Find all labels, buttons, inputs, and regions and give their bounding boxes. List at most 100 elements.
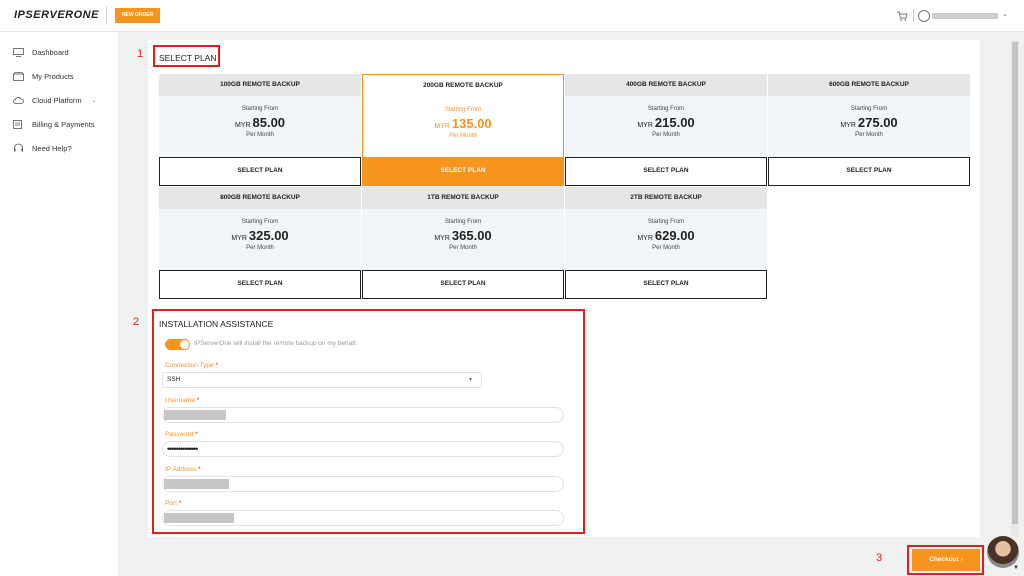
checkout-button[interactable]: Checkout › xyxy=(912,549,980,571)
connection-type-label: Connection Type xyxy=(165,362,214,369)
install-toggle-label: IPServerOne will install the remote back… xyxy=(194,340,358,347)
select-plan-title: SELECT PLAN xyxy=(159,53,217,63)
new-order-button[interactable]: NEW ORDER xyxy=(115,8,160,23)
field-label: IP Address * xyxy=(165,466,201,473)
support-avatar[interactable] xyxy=(987,536,1019,568)
cart-icon[interactable] xyxy=(896,10,908,22)
plan-name: 200GB REMOTE BACKUP xyxy=(363,75,563,97)
plan-period: Per Month xyxy=(855,132,883,138)
plan-price: MYR 215.00 xyxy=(565,115,767,130)
plan-starting-from: Starting From xyxy=(850,106,888,112)
checkout-label: Checkout xyxy=(929,556,959,563)
plan-amount: 629.00 xyxy=(654,228,695,243)
annotation-number: 1 xyxy=(137,48,144,60)
select-plan-button[interactable]: SELECT PLAN xyxy=(768,157,970,186)
plan-starting-from: Starting From xyxy=(241,106,279,112)
installation-title: INSTALLATION ASSISTANCE xyxy=(159,319,274,329)
plan-starting-from: Starting From xyxy=(647,106,685,112)
plan-period: Per Month xyxy=(449,245,477,251)
redacted-value xyxy=(164,513,234,523)
divider xyxy=(106,7,107,24)
ip-address-label: IP Address xyxy=(165,466,197,473)
plan-card[interactable]: 400GB REMOTE BACKUP Starting From MYR 215… xyxy=(565,74,767,158)
plan-name: 100GB REMOTE BACKUP xyxy=(159,74,361,96)
plan-price: MYR 365.00 xyxy=(362,228,564,243)
password-input[interactable]: •••••••••••••• xyxy=(162,441,564,457)
user-name-redacted[interactable] xyxy=(932,13,998,19)
box-icon xyxy=(12,71,24,81)
top-bar: IPSERVERONE NEW ORDER ⌄ xyxy=(0,0,1024,32)
plan-amount: 325.00 xyxy=(248,228,289,243)
plan-name: 400GB REMOTE BACKUP xyxy=(565,74,767,96)
plan-currency: MYR xyxy=(234,122,251,129)
required-mark: * xyxy=(178,500,182,507)
redacted-value xyxy=(164,410,226,420)
password-label: Password xyxy=(165,431,194,438)
sidebar-item-label: Dashboard xyxy=(32,47,69,57)
chevron-right-icon: › xyxy=(960,556,963,563)
ip-address-input[interactable] xyxy=(162,476,564,492)
select-plan-button[interactable]: SELECT PLAN xyxy=(159,157,361,186)
required-mark: * xyxy=(196,397,200,404)
plan-currency: MYR xyxy=(434,123,450,130)
billing-icon xyxy=(12,119,24,129)
chevron-down-icon[interactable]: ⌄ xyxy=(92,97,97,104)
chevron-down-icon: ▼ xyxy=(468,377,473,383)
sidebar-item-label: My Products xyxy=(32,71,74,81)
select-plan-button[interactable]: SELECT PLAN xyxy=(362,270,564,299)
install-toggle[interactable] xyxy=(165,339,190,350)
chevron-down-icon: ▼ xyxy=(1013,565,1019,571)
plan-card[interactable]: 2TB REMOTE BACKUP Starting From MYR 629.0… xyxy=(565,187,767,271)
user-icon[interactable] xyxy=(918,10,930,22)
sidebar-item-label: Cloud Platform xyxy=(32,95,82,105)
required-mark: * xyxy=(215,362,219,369)
port-input[interactable] xyxy=(162,510,564,526)
select-plan-button[interactable]: SELECT PLAN xyxy=(565,157,767,186)
connection-type-select[interactable]: SSH ▼ xyxy=(162,372,482,388)
sidebar-item-dashboard[interactable]: Dashboard xyxy=(12,44,69,60)
plan-card[interactable]: 1TB REMOTE BACKUP Starting From MYR 365.0… xyxy=(362,187,564,271)
plan-price: MYR 275.00 xyxy=(768,115,970,130)
select-plan-button-selected[interactable]: SELECT PLAN xyxy=(362,157,564,186)
plan-price: MYR 325.00 xyxy=(159,228,361,243)
plan-currency: MYR xyxy=(231,235,247,242)
sidebar: Dashboard My Products Cloud Platform ⌄ B… xyxy=(0,32,118,576)
select-plan-button[interactable]: SELECT PLAN xyxy=(565,270,767,299)
field-label: Username * xyxy=(165,397,199,404)
sidebar-item-my-products[interactable]: My Products xyxy=(12,68,74,84)
plan-amount: 85.00 xyxy=(252,115,286,130)
field-label: Password * xyxy=(165,431,198,438)
scrollbar-thumb[interactable] xyxy=(1012,42,1018,524)
plan-period: Per Month xyxy=(652,132,680,138)
field-label: Port * xyxy=(165,500,181,507)
plan-period: Per Month xyxy=(652,245,680,251)
plan-name: 800GB REMOTE BACKUP xyxy=(159,187,361,209)
password-value: •••••••••••••• xyxy=(167,444,198,454)
required-mark: * xyxy=(198,466,201,473)
cloud-icon xyxy=(12,95,24,105)
plan-period: Per Month xyxy=(449,133,477,139)
plan-card[interactable]: 600GB REMOTE BACKUP Starting From MYR 275… xyxy=(768,74,970,158)
plan-starting-from: Starting From xyxy=(647,219,685,225)
plan-price: MYR 135.00 xyxy=(363,116,563,131)
plan-card[interactable]: 800GB REMOTE BACKUP Starting From MYR 325… xyxy=(159,187,361,271)
plan-card-selected[interactable]: 200GB REMOTE BACKUP Starting From MYR 135… xyxy=(362,74,564,158)
plan-card[interactable]: 100GB REMOTE BACKUP Starting From MYR 85.… xyxy=(159,74,361,158)
connection-type-value: SSH xyxy=(167,376,181,383)
divider xyxy=(913,9,914,22)
plan-amount: 135.00 xyxy=(451,116,492,131)
sidebar-item-need-help[interactable]: Need Help? xyxy=(12,140,72,156)
username-input[interactable] xyxy=(162,407,564,423)
chevron-down-icon[interactable]: ⌄ xyxy=(1002,10,1008,18)
username-label: Username xyxy=(165,397,195,404)
sidebar-item-billing[interactable]: Billing & Payments xyxy=(12,116,95,132)
plan-currency: MYR xyxy=(434,235,450,242)
sidebar-item-label: Need Help? xyxy=(32,143,72,153)
sidebar-item-cloud-platform[interactable]: Cloud Platform ⌄ xyxy=(12,92,97,108)
required-mark: * xyxy=(195,431,198,438)
plan-name: 2TB REMOTE BACKUP xyxy=(565,187,767,209)
monitor-icon xyxy=(12,47,24,57)
plan-period: Per Month xyxy=(246,245,274,251)
select-plan-button[interactable]: SELECT PLAN xyxy=(159,270,361,299)
logo[interactable]: IPSERVERONE xyxy=(14,9,99,21)
